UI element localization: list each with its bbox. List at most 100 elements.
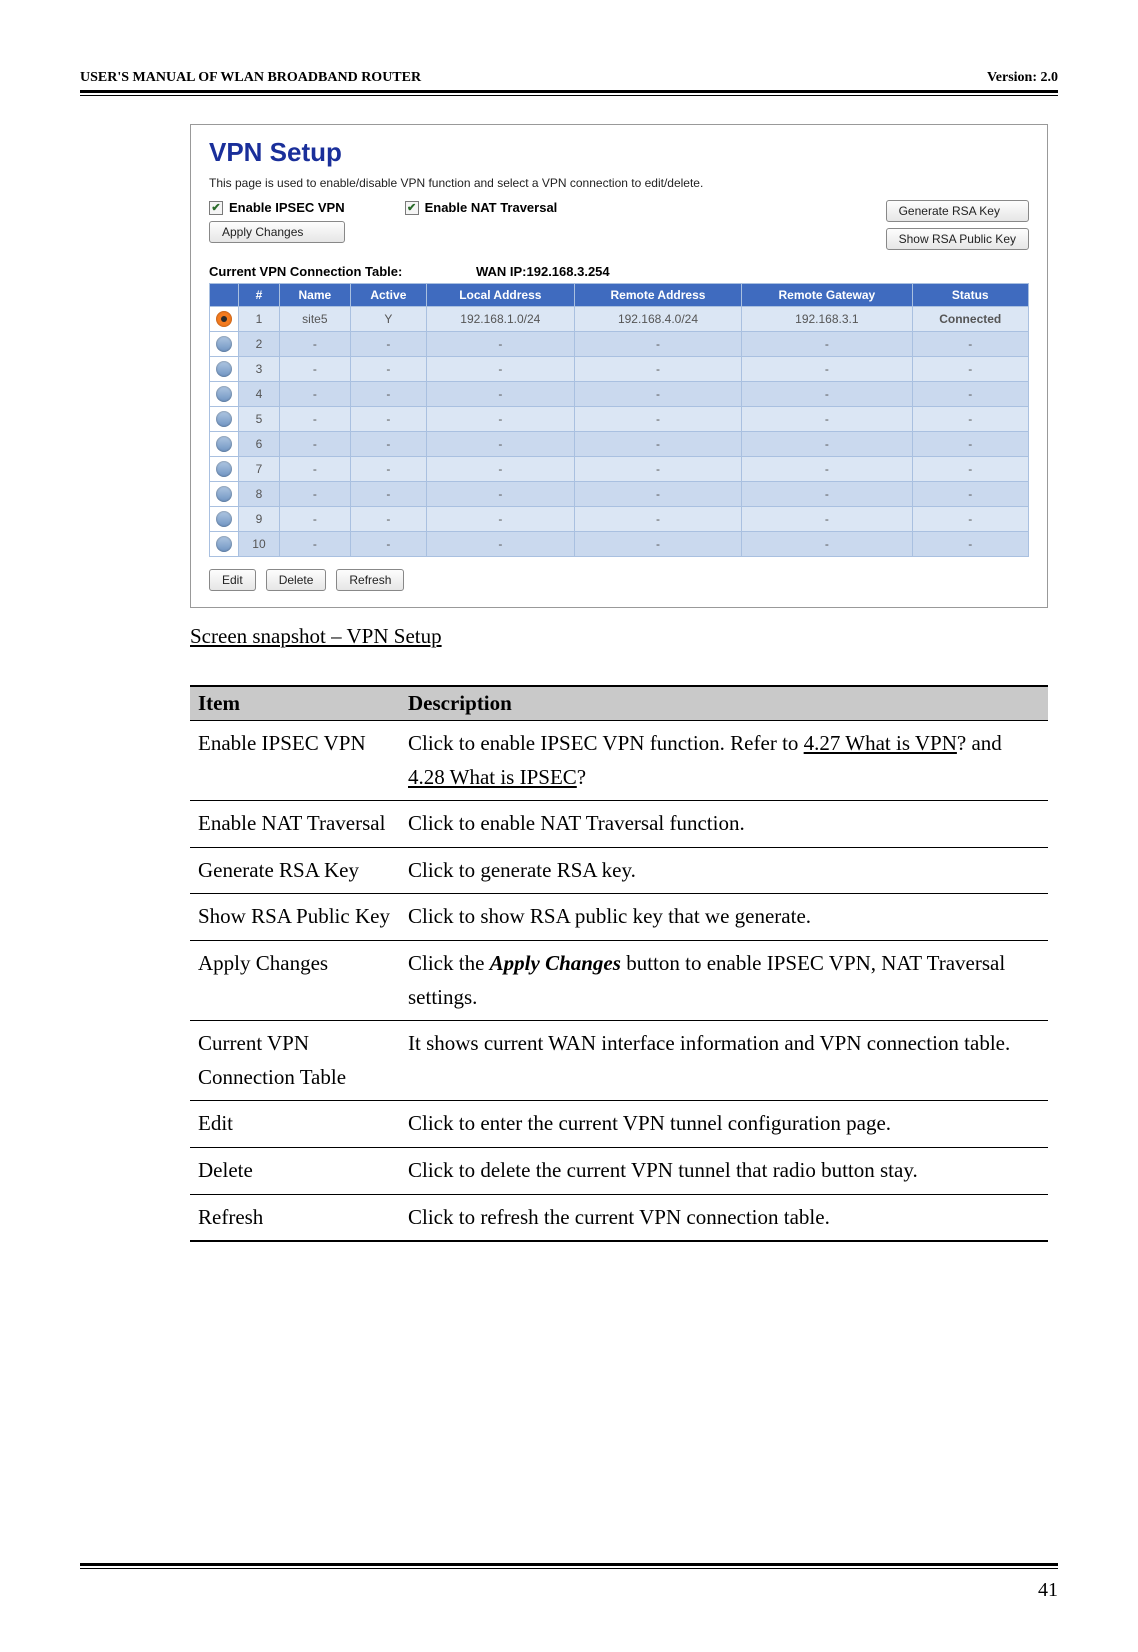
cell-name: - — [279, 507, 350, 532]
table-row: 4------ — [210, 382, 1029, 407]
row-radio[interactable] — [210, 332, 239, 357]
cell-num: 9 — [239, 507, 280, 532]
cell-remote: - — [574, 457, 742, 482]
header-rule-thin — [80, 95, 1058, 96]
vpn-table-label: Current VPN Connection Table: WAN IP:192… — [209, 264, 1029, 279]
cell-local: - — [426, 457, 574, 482]
enable-nat-checkbox[interactable]: ✔ Enable NAT Traversal — [405, 200, 558, 215]
header-rule-thick — [80, 90, 1058, 93]
cell-active: - — [350, 432, 426, 457]
cell-remote: 192.168.4.0/24 — [574, 307, 742, 332]
radio-icon — [216, 361, 232, 377]
desc-text: Click to delete the current VPN tunnel t… — [400, 1147, 1048, 1194]
cell-name: - — [279, 482, 350, 507]
cell-num: 6 — [239, 432, 280, 457]
desc-row: DeleteClick to delete the current VPN tu… — [190, 1147, 1048, 1194]
row-radio[interactable] — [210, 357, 239, 382]
desc-text: Click to enable NAT Traversal function. — [400, 801, 1048, 848]
enable-ipsec-label: Enable IPSEC VPN — [229, 200, 345, 215]
cell-gateway: - — [742, 432, 912, 457]
col-status: Status — [912, 284, 1029, 307]
cell-remote: - — [574, 507, 742, 532]
desc-row: Enable NAT TraversalClick to enable NAT … — [190, 801, 1048, 848]
cell-active: - — [350, 357, 426, 382]
radio-icon — [216, 311, 232, 327]
row-radio[interactable] — [210, 482, 239, 507]
page-header: USER'S MANUAL OF WLAN BROADBAND ROUTER V… — [80, 70, 1058, 90]
row-radio[interactable] — [210, 432, 239, 457]
delete-button[interactable]: Delete — [266, 569, 327, 591]
desc-item: Enable IPSEC VPN — [190, 721, 400, 801]
cell-remote: - — [574, 532, 742, 557]
enable-ipsec-checkbox[interactable]: ✔ Enable IPSEC VPN — [209, 200, 345, 215]
table-row: 7------ — [210, 457, 1029, 482]
desc-text: Click to refresh the current VPN connect… — [400, 1194, 1048, 1241]
cell-gateway: 192.168.3.1 — [742, 307, 912, 332]
cell-local: - — [426, 382, 574, 407]
radio-icon — [216, 486, 232, 502]
checkbox-icon: ✔ — [405, 201, 419, 215]
cell-name: - — [279, 382, 350, 407]
cell-remote: - — [574, 407, 742, 432]
row-radio[interactable] — [210, 382, 239, 407]
link-what-is-ipsec[interactable]: 4.28 What is IPSEC — [408, 765, 577, 789]
cell-gateway: - — [742, 357, 912, 382]
cell-gateway: - — [742, 532, 912, 557]
table-row: 3------ — [210, 357, 1029, 382]
vpn-description: This page is used to enable/disable VPN … — [209, 176, 1029, 190]
page-number: 41 — [80, 1579, 1058, 1602]
radio-icon — [216, 461, 232, 477]
cell-local: - — [426, 482, 574, 507]
cell-num: 8 — [239, 482, 280, 507]
link-what-is-vpn[interactable]: 4.27 What is VPN — [804, 731, 957, 755]
desc-item: Edit — [190, 1101, 400, 1148]
cell-status: - — [912, 482, 1029, 507]
cell-active: - — [350, 457, 426, 482]
show-rsa-button[interactable]: Show RSA Public Key — [886, 228, 1029, 250]
vpn-connection-table: # Name Active Local Address Remote Addre… — [209, 283, 1029, 557]
generate-rsa-button[interactable]: Generate RSA Key — [886, 200, 1029, 222]
desc-item: Show RSA Public Key — [190, 894, 400, 941]
desc-head-desc: Description — [400, 686, 1048, 721]
cell-remote: - — [574, 482, 742, 507]
cell-status: - — [912, 407, 1029, 432]
row-radio[interactable] — [210, 507, 239, 532]
cell-gateway: - — [742, 407, 912, 432]
apply-changes-button[interactable]: Apply Changes — [209, 221, 345, 243]
desc-row: Apply ChangesClick the Apply Changes but… — [190, 940, 1048, 1020]
cell-gateway: - — [742, 507, 912, 532]
cell-name: site5 — [279, 307, 350, 332]
cell-local: - — [426, 432, 574, 457]
row-radio[interactable] — [210, 457, 239, 482]
cell-num: 3 — [239, 357, 280, 382]
desc-item: Delete — [190, 1147, 400, 1194]
radio-icon — [216, 436, 232, 452]
cell-name: - — [279, 432, 350, 457]
refresh-button[interactable]: Refresh — [336, 569, 404, 591]
enable-nat-label: Enable NAT Traversal — [425, 200, 558, 215]
row-radio[interactable] — [210, 307, 239, 332]
desc-text: Click to enter the current VPN tunnel co… — [400, 1101, 1048, 1148]
row-radio[interactable] — [210, 407, 239, 432]
row-radio[interactable] — [210, 532, 239, 557]
cell-status: - — [912, 382, 1029, 407]
desc-row: Generate RSA KeyClick to generate RSA ke… — [190, 847, 1048, 894]
col-remote: Remote Address — [574, 284, 742, 307]
col-local: Local Address — [426, 284, 574, 307]
cell-num: 2 — [239, 332, 280, 357]
cell-remote: - — [574, 432, 742, 457]
cell-gateway: - — [742, 482, 912, 507]
edit-button[interactable]: Edit — [209, 569, 256, 591]
cell-remote: - — [574, 357, 742, 382]
cell-local: - — [426, 407, 574, 432]
table-row: 8------ — [210, 482, 1029, 507]
cell-num: 4 — [239, 382, 280, 407]
cell-local: 192.168.1.0/24 — [426, 307, 574, 332]
cell-status: - — [912, 507, 1029, 532]
cell-name: - — [279, 332, 350, 357]
description-table: Item Description Enable IPSEC VPNClick t… — [190, 685, 1048, 1242]
cell-num: 1 — [239, 307, 280, 332]
radio-icon — [216, 536, 232, 552]
desc-row: RefreshClick to refresh the current VPN … — [190, 1194, 1048, 1241]
cell-num: 5 — [239, 407, 280, 432]
